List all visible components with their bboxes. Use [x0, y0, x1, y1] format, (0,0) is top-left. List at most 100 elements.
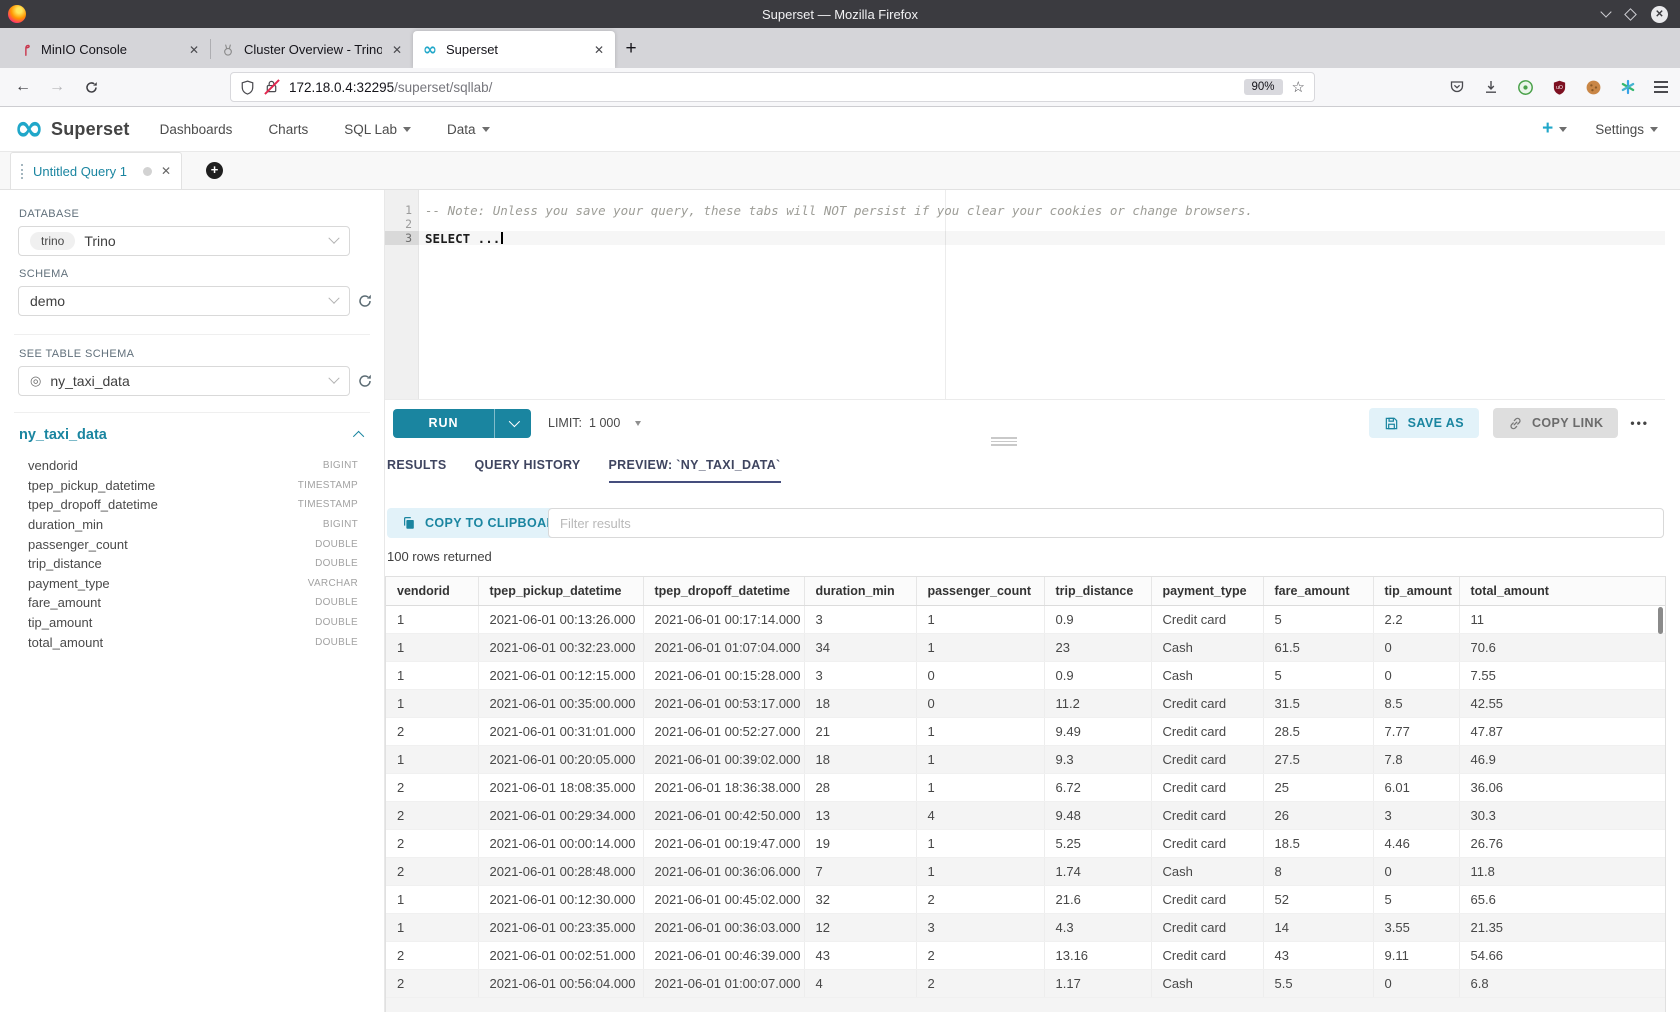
tab-query-history[interactable]: QUERY HISTORY: [475, 458, 581, 483]
table-schema-header[interactable]: ny_taxi_data: [19, 427, 364, 443]
extension-icon[interactable]: [1517, 79, 1534, 96]
cell-duration-min: 32: [804, 885, 916, 913]
cell-tip-amount: 7.8: [1373, 745, 1459, 773]
cell-duration-min: 3: [804, 661, 916, 689]
browser-tab-superset[interactable]: ∞ Superset ✕: [413, 31, 615, 68]
column-header[interactable]: tpep_dropoff_datetime: [643, 577, 804, 605]
row-count-text: 100 rows returned: [387, 549, 492, 564]
menu-icon[interactable]: [1654, 81, 1668, 92]
firefox-logo-icon: [8, 5, 26, 23]
add-new-button[interactable]: +: [1542, 118, 1567, 140]
sql-editor[interactable]: 1 -- Note: Unless you save your query, t…: [385, 190, 1665, 400]
run-options-button[interactable]: [495, 419, 531, 427]
database-engine-badge: trino: [30, 232, 75, 250]
cell-fare-amount: 18.5: [1263, 829, 1373, 857]
window-close-icon[interactable]: ✕: [1651, 6, 1668, 23]
cell-vendorid: 2: [386, 829, 478, 857]
zoom-level-badge[interactable]: 90%: [1244, 79, 1283, 95]
more-options-icon[interactable]: •••: [1630, 416, 1649, 430]
cell-vendorid: 1: [386, 661, 478, 689]
table-scrollbar-thumb[interactable]: [1658, 607, 1663, 634]
back-icon[interactable]: ←: [10, 78, 36, 96]
limit-value: 1 000: [589, 416, 620, 430]
insecure-lock-icon[interactable]: [264, 79, 280, 95]
browser-tab-trino[interactable]: Cluster Overview - Trino ✕: [211, 31, 413, 68]
cell-fare-amount: 61.5: [1263, 633, 1373, 661]
nav-item-charts[interactable]: Charts: [268, 122, 308, 137]
nav-item-data[interactable]: Data: [447, 122, 490, 137]
editor-line-active: 3 SELECT ...: [385, 231, 1665, 245]
column-header[interactable]: duration_min: [804, 577, 916, 605]
window-chevron-down-icon[interactable]: [1600, 6, 1611, 17]
table-columns-list: vendorid BIGINT tpep_pickup_datetime TIM…: [28, 456, 358, 652]
save-as-button[interactable]: SAVE AS: [1369, 408, 1479, 438]
browser-tabstrip: MinIO Console ✕ Cluster Overview - Trino…: [0, 28, 1680, 68]
cell-pickup-datetime: 2021-06-01 00:35:00.000: [478, 689, 643, 717]
limit-dropdown[interactable]: LIMIT: 1 000: [548, 416, 641, 430]
column-header[interactable]: trip_distance: [1044, 577, 1151, 605]
containers-icon[interactable]: [1620, 79, 1636, 95]
tab-close-icon[interactable]: ✕: [592, 43, 606, 57]
column-header[interactable]: tpep_pickup_datetime: [478, 577, 643, 605]
browser-tab-minio[interactable]: MinIO Console ✕: [8, 31, 210, 68]
query-tab-close-icon[interactable]: ✕: [161, 164, 171, 178]
run-button[interactable]: RUN: [393, 416, 494, 430]
tab-close-icon[interactable]: ✕: [390, 43, 404, 57]
table-schema-select[interactable]: ◎ ny_taxi_data: [18, 366, 350, 396]
column-header[interactable]: payment_type: [1151, 577, 1263, 605]
tracking-shield-icon[interactable]: [240, 80, 255, 95]
table-row: 2 2021-06-01 00:02:51.000 2021-06-01 00:…: [386, 941, 1665, 969]
reload-icon[interactable]: [78, 80, 104, 95]
new-tab-icon[interactable]: +: [615, 33, 647, 65]
query-tab-untitled[interactable]: Untitled Query 1 ✕: [10, 152, 182, 189]
settings-menu[interactable]: Settings: [1595, 122, 1658, 137]
cell-duration-min: 12: [804, 913, 916, 941]
cell-total-amount: 30.3: [1459, 801, 1665, 829]
results-table: vendoridtpep_pickup_datetimetpep_dropoff…: [386, 577, 1665, 998]
new-query-tab-icon[interactable]: +: [206, 162, 223, 179]
svg-text:uO: uO: [1556, 85, 1563, 91]
ublock-icon[interactable]: uO: [1552, 80, 1567, 95]
column-name: tip_amount: [28, 615, 315, 630]
download-icon[interactable]: [1483, 79, 1499, 95]
column-header[interactable]: passenger_count: [916, 577, 1044, 605]
superset-navbar: ∞ Superset Dashboards Charts SQL Lab Dat…: [0, 107, 1680, 152]
bookmark-star-icon[interactable]: ☆: [1292, 78, 1305, 96]
column-header[interactable]: tip_amount: [1373, 577, 1459, 605]
pocket-icon[interactable]: [1449, 79, 1465, 95]
table-refresh-icon[interactable]: [357, 373, 374, 390]
copy-link-button[interactable]: COPY LINK: [1493, 408, 1618, 438]
table-name: ny_taxi_data: [19, 427, 107, 443]
cell-trip-distance: 1.17: [1044, 969, 1151, 997]
cell-tip-amount: 2.2: [1373, 605, 1459, 633]
cell-fare-amount: 5: [1263, 605, 1373, 633]
caret-down-icon: [1559, 127, 1567, 132]
window-maximize-icon[interactable]: [1624, 8, 1637, 21]
cell-passenger-count: 1: [916, 745, 1044, 773]
column-type: DOUBLE: [315, 539, 358, 550]
column-header[interactable]: vendorid: [386, 577, 478, 605]
cell-vendorid: 2: [386, 773, 478, 801]
schema-refresh-icon[interactable]: [357, 293, 374, 310]
filter-results-input[interactable]: [548, 508, 1664, 538]
forward-icon[interactable]: →: [44, 78, 70, 96]
cell-total-amount: 36.06: [1459, 773, 1665, 801]
nav-item-sql-lab[interactable]: SQL Lab: [344, 122, 411, 137]
tab-preview[interactable]: PREVIEW: `NY_TAXI_DATA`: [609, 458, 781, 483]
resize-handle-icon[interactable]: [991, 437, 1017, 446]
cookie-icon[interactable]: [1585, 79, 1602, 96]
cell-passenger-count: 1: [916, 829, 1044, 857]
chevron-up-icon[interactable]: [353, 431, 364, 442]
table-icon: ◎: [30, 373, 41, 389]
nav-item-dashboards[interactable]: Dashboards: [160, 122, 233, 137]
column-header[interactable]: fare_amount: [1263, 577, 1373, 605]
database-select[interactable]: trino Trino: [18, 226, 350, 256]
column-header[interactable]: total_amount: [1459, 577, 1665, 605]
tab-results[interactable]: RESULTS: [387, 458, 447, 483]
tab-close-icon[interactable]: ✕: [187, 43, 201, 57]
superset-logo[interactable]: ∞ Superset: [14, 117, 130, 141]
url-bar[interactable]: 172.18.0.4:32295/superset/sqllab/ 90% ☆: [230, 72, 1315, 102]
drag-dots-icon[interactable]: [21, 164, 24, 179]
schema-select[interactable]: demo: [18, 286, 350, 316]
table-column-row: tip_amount DOUBLE: [28, 613, 358, 633]
